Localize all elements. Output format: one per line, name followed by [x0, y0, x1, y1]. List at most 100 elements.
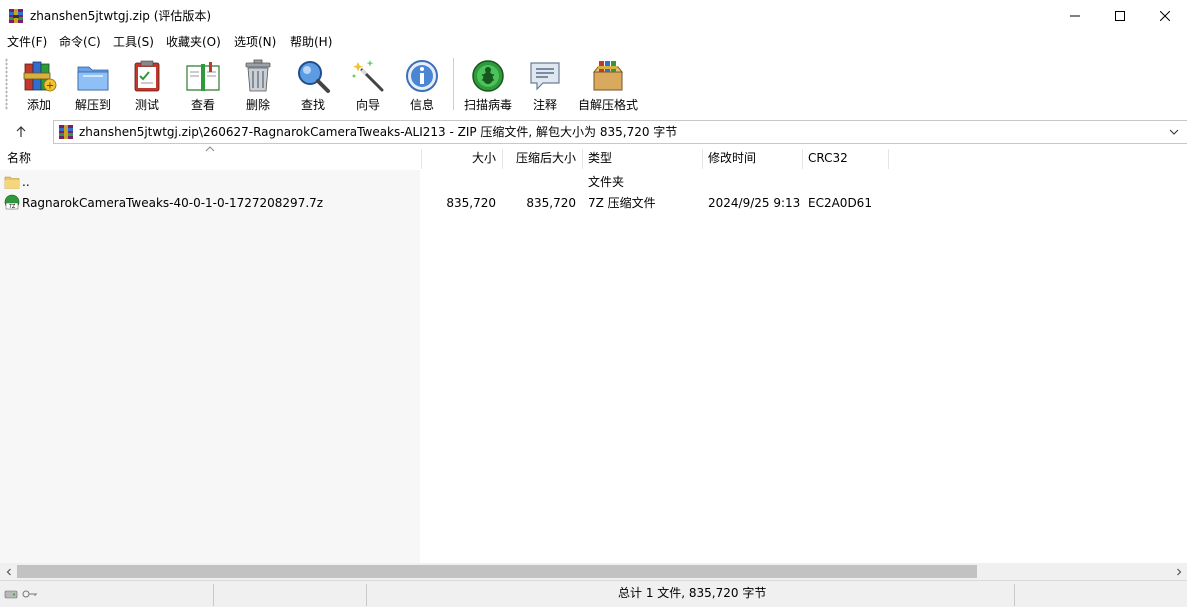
chevron-left-icon — [6, 568, 11, 575]
find-label: 查找 — [300, 98, 325, 112]
column-header-row: 名称 大小 压缩后大小 类型 修改时间 CRC32 — [0, 146, 1187, 170]
view-book-icon — [186, 62, 220, 91]
info-icon — [406, 60, 438, 92]
sfx-label: 自解压格式 — [577, 98, 638, 112]
add-books-icon: + — [23, 61, 57, 92]
column-modified[interactable]: 修改时间 — [708, 151, 756, 166]
extract-folder-icon — [77, 66, 109, 91]
column-size[interactable]: 大小 — [420, 151, 496, 166]
view-label: 查看 — [190, 98, 215, 112]
status-bar: 总计 1 文件, 835,720 字节 — [0, 580, 1187, 607]
toolbar-grip[interactable] — [5, 58, 8, 110]
wizard-wand-icon — [352, 60, 384, 92]
view-button[interactable]: 查看 — [178, 56, 228, 114]
file-row[interactable]: 7Z RagnarokCameraTweaks-40-0-1-0-1727208… — [0, 193, 1187, 214]
title-bar[interactable]: zhanshen5jtwtgj.zip (评估版本) — [0, 0, 1187, 32]
column-divider[interactable] — [888, 149, 889, 169]
column-divider[interactable] — [802, 149, 803, 169]
test-label: 测试 — [134, 98, 159, 112]
sfx-box-icon — [592, 61, 624, 91]
file-size: 835,720 — [446, 196, 496, 210]
find-button[interactable]: 查找 — [288, 56, 338, 114]
info-button[interactable]: 信息 — [397, 56, 447, 114]
menu-file[interactable]: 文件(F) — [7, 34, 47, 50]
trash-icon — [245, 59, 271, 92]
virus-scan-icon — [472, 60, 504, 92]
delete-button[interactable]: 删除 — [233, 56, 283, 114]
maximize-button[interactable] — [1097, 0, 1143, 32]
sort-ascending-icon — [205, 146, 215, 152]
column-packed-size[interactable]: 压缩后大小 — [503, 151, 576, 166]
minimize-icon — [1070, 15, 1080, 17]
file-name: RagnarokCameraTweaks-40-0-1-0-1727208297… — [22, 196, 324, 210]
file-row-parent[interactable]: .. 文件夹 — [0, 172, 1187, 193]
status-separator — [213, 584, 214, 606]
file-list[interactable]: .. 文件夹 7Z RagnarokCameraTweaks-40-0-1-0-… — [0, 170, 1187, 563]
sfx-button[interactable]: 自解压格式 — [576, 56, 640, 114]
menu-favorites[interactable]: 收藏夹(O) — [166, 34, 221, 50]
extract-to-label: 解压到 — [74, 98, 111, 112]
toolbar: + 添加 解压到 测试 查看 删除 查找 向导 信息 扫描病毒 注释 自解压格式 — [0, 52, 1187, 118]
file-crc32: EC2A0D61 — [808, 196, 872, 210]
magnifier-icon — [298, 61, 330, 93]
menu-tools[interactable]: 工具(S) — [113, 34, 154, 50]
file-packed-size: 835,720 — [526, 196, 576, 210]
up-one-level-button[interactable] — [8, 120, 34, 144]
chevron-right-icon — [1176, 568, 1181, 575]
winrar-archive-icon — [9, 9, 23, 23]
file-type: 7Z 压缩文件 — [588, 196, 656, 210]
add-label: 添加 — [26, 98, 51, 112]
add-button[interactable]: + 添加 — [14, 56, 64, 114]
folder-icon — [4, 176, 20, 189]
comment-icon — [530, 62, 560, 91]
file-name: .. — [22, 175, 30, 189]
svg-text:7Z: 7Z — [9, 204, 16, 210]
virus-scan-button[interactable]: 扫描病毒 — [461, 56, 515, 114]
disk-key-icon — [4, 590, 37, 599]
status-separator — [1014, 584, 1015, 606]
comment-label: 注释 — [532, 98, 557, 112]
menu-commands[interactable]: 命令(C) — [59, 34, 101, 50]
arrow-up-icon — [16, 126, 26, 137]
scroll-right-button[interactable] — [1170, 563, 1187, 580]
file-modified: 2024/9/25 9:13 — [708, 196, 801, 210]
svg-text:+: + — [46, 81, 54, 92]
maximize-icon — [1115, 11, 1125, 21]
column-divider[interactable] — [702, 149, 703, 169]
column-name[interactable]: 名称 — [7, 151, 31, 166]
window-title: zhanshen5jtwtgj.zip (评估版本) — [30, 9, 212, 23]
test-button[interactable]: 测试 — [122, 56, 172, 114]
menu-bar: 文件(F) 命令(C) 工具(S) 收藏夹(O) 选项(N) 帮助(H) — [0, 32, 1187, 52]
winrar-window: zhanshen5jtwtgj.zip (评估版本) 文件(F) 命令(C) 工… — [0, 0, 1187, 607]
menu-help[interactable]: 帮助(H) — [290, 34, 332, 50]
name-column-background — [0, 170, 420, 563]
delete-label: 删除 — [245, 98, 270, 112]
minimize-button[interactable] — [1052, 0, 1098, 32]
close-icon — [1160, 11, 1170, 21]
scroll-left-button[interactable] — [0, 563, 17, 580]
address-path: zhanshen5jtwtgj.zip\260627-RagnarokCamer… — [79, 125, 678, 139]
virus-scan-label: 扫描病毒 — [463, 98, 512, 112]
close-button[interactable] — [1142, 0, 1187, 32]
zip-archive-icon — [59, 125, 73, 139]
chevron-down-icon[interactable] — [1169, 127, 1179, 137]
comment-button[interactable]: 注释 — [520, 56, 570, 114]
test-clipboard-icon — [134, 60, 160, 92]
column-crc32[interactable]: CRC32 — [808, 151, 848, 166]
7z-file-icon: 7Z — [4, 194, 20, 210]
toolbar-separator — [453, 58, 454, 110]
address-row: zhanshen5jtwtgj.zip\260627-RagnarokCamer… — [0, 118, 1187, 146]
menu-options[interactable]: 选项(N) — [234, 34, 276, 50]
column-divider[interactable] — [582, 149, 583, 169]
status-summary: 总计 1 文件, 835,720 字节 — [618, 586, 767, 600]
file-type: 文件夹 — [588, 175, 625, 189]
extract-to-button[interactable]: 解压到 — [68, 56, 118, 114]
info-label: 信息 — [409, 98, 434, 112]
column-type[interactable]: 类型 — [588, 151, 612, 166]
wizard-button[interactable]: 向导 — [343, 56, 393, 114]
scroll-thumb[interactable] — [17, 565, 977, 578]
address-bar[interactable]: zhanshen5jtwtgj.zip\260627-RagnarokCamer… — [53, 120, 1187, 144]
wizard-label: 向导 — [355, 98, 380, 112]
status-separator — [366, 584, 367, 606]
horizontal-scrollbar[interactable] — [0, 563, 1187, 580]
